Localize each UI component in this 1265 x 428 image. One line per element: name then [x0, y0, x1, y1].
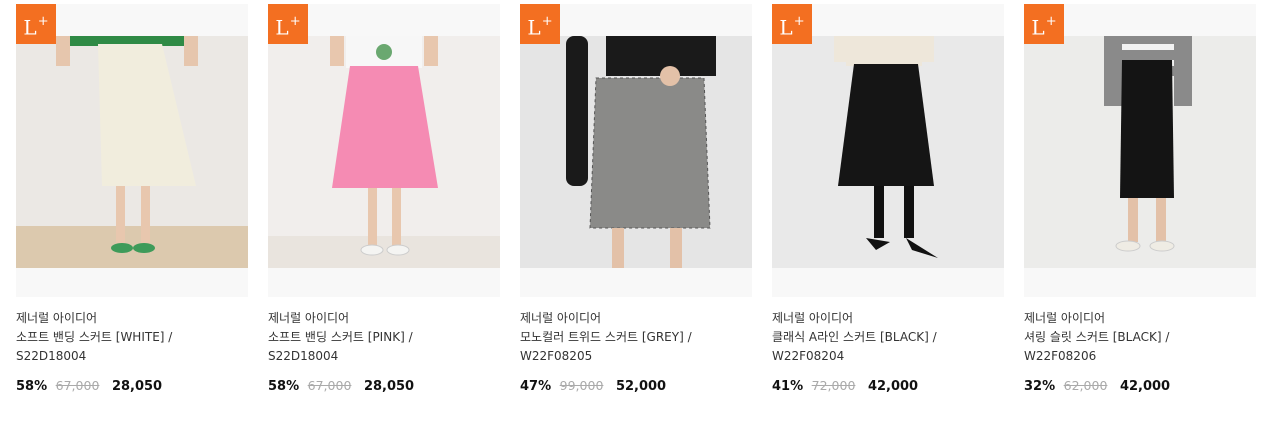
sale-price: 28,050	[111, 379, 163, 394]
product-card[interactable]: L+ 제너럴 아이디어 셔링 슬릿 스커트 [BLACK] / W22F0820…	[1024, 4, 1256, 394]
price-row: 58% 67,000 28,050	[268, 378, 500, 394]
discount-rate: 41%	[772, 379, 804, 394]
brand-name: 제너럴 아이디어	[268, 311, 350, 325]
price-row: 58% 67,000 28,050	[16, 378, 248, 394]
sale-price: 28,050	[363, 379, 415, 394]
brand-name: 제너럴 아이디어	[772, 311, 854, 325]
original-price: 62,000	[1063, 378, 1108, 393]
price-row: 47% 99,000 52,000	[520, 378, 752, 394]
product-thumbnail[interactable]: L+	[268, 4, 500, 297]
product-photo	[268, 36, 500, 268]
product-photo	[1024, 36, 1256, 268]
discount-rate: 32%	[1024, 379, 1056, 394]
product-name[interactable]: 클래식 A라인 스커트 [BLACK] /	[772, 328, 1004, 347]
original-price: 67,000	[55, 378, 100, 393]
price-row: 41% 72,000 42,000	[772, 378, 1004, 394]
product-thumbnail[interactable]: L+	[1024, 4, 1256, 297]
product-card[interactable]: L+ 제너럴 아이디어 클래식 A라인 스커트 [BLACK] / W22F08…	[772, 4, 1004, 394]
product-name[interactable]: 모노컬러 트위드 스커트 [GREY] /	[520, 328, 752, 347]
lplus-badge: L+	[520, 4, 560, 44]
original-price: 72,000	[811, 378, 856, 393]
product-card[interactable]: L+ 제너럴 아이디어 소프트 밴딩 스커트 [PINK] / S22D1800…	[268, 4, 500, 394]
product-photo	[520, 36, 752, 268]
original-price: 67,000	[307, 378, 352, 393]
product-thumbnail[interactable]: L+	[772, 4, 1004, 297]
original-price: 99,000	[559, 378, 604, 393]
product-photo	[16, 36, 248, 268]
product-thumbnail[interactable]: L+	[520, 4, 752, 297]
product-code[interactable]: W22F08205	[520, 347, 752, 366]
product-card[interactable]: L+ 제너럴 아이디어 모노컬러 트위드 스커트 [GREY] / W22F08…	[520, 4, 752, 394]
product-card[interactable]: L+ 제너럴 아이디어 소프트 밴딩 스커트 [WHITE] / S22D180…	[16, 4, 248, 394]
discount-rate: 58%	[16, 379, 48, 394]
product-name[interactable]: 셔링 슬릿 스커트 [BLACK] /	[1024, 328, 1256, 347]
lplus-badge: L+	[772, 4, 812, 44]
product-name[interactable]: 소프트 밴딩 스커트 [WHITE] /	[16, 328, 248, 347]
lplus-badge: L+	[268, 4, 308, 44]
product-photo	[772, 36, 1004, 268]
brand-name: 제너럴 아이디어	[1024, 311, 1106, 325]
product-code[interactable]: S22D18004	[16, 347, 248, 366]
product-thumbnail[interactable]: L+	[16, 4, 248, 297]
sale-price: 42,000	[867, 379, 919, 394]
brand-name: 제너럴 아이디어	[520, 311, 602, 325]
sale-price: 42,000	[1119, 379, 1171, 394]
product-name[interactable]: 소프트 밴딩 스커트 [PINK] /	[268, 328, 500, 347]
lplus-badge: L+	[16, 4, 56, 44]
product-grid: L+ 제너럴 아이디어 소프트 밴딩 스커트 [WHITE] / S22D180…	[0, 0, 1265, 428]
discount-rate: 58%	[268, 379, 300, 394]
product-code[interactable]: W22F08206	[1024, 347, 1256, 366]
discount-rate: 47%	[520, 379, 552, 394]
brand-name: 제너럴 아이디어	[16, 311, 98, 325]
product-code[interactable]: W22F08204	[772, 347, 1004, 366]
product-code[interactable]: S22D18004	[268, 347, 500, 366]
price-row: 32% 62,000 42,000	[1024, 378, 1256, 394]
sale-price: 52,000	[615, 379, 667, 394]
lplus-badge: L+	[1024, 4, 1064, 44]
